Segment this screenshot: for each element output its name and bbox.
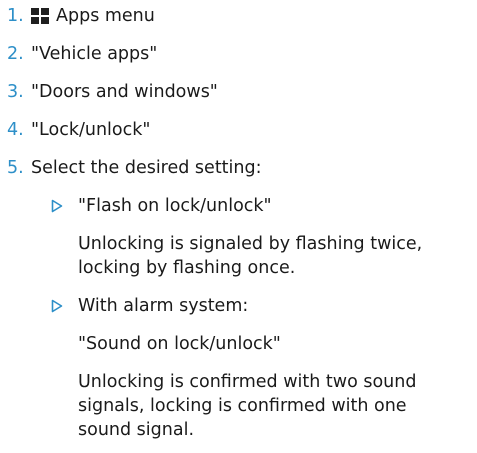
step-text: Apps menu — [56, 6, 155, 26]
option-title: With alarm system: — [78, 296, 249, 316]
option-title: "Flash on lock/unlock" — [78, 196, 272, 216]
step-number: 4. — [7, 120, 24, 140]
option-description: Unlocking is confirmed with two sound — [78, 372, 417, 392]
option-description: locking by flashing once. — [78, 258, 296, 278]
step-text: Select the desired setting: — [31, 158, 262, 178]
step-number: 5. — [7, 158, 24, 178]
triangle-right-icon — [51, 299, 63, 313]
step-text: "Lock/unlock" — [31, 120, 151, 140]
step-number: 2. — [7, 44, 24, 64]
triangle-right-icon — [51, 199, 63, 213]
step-text: "Vehicle apps" — [31, 44, 158, 64]
instructions-document: 1. Apps menu 2. "Vehicle apps" 3. "Doors… — [0, 0, 477, 453]
step-number: 1. — [7, 6, 24, 26]
option-setting: "Sound on lock/unlock" — [78, 334, 281, 354]
step-text: "Doors and windows" — [31, 82, 218, 102]
step-number: 3. — [7, 82, 24, 102]
option-description: Unlocking is signaled by flashing twice, — [78, 234, 423, 254]
option-description: sound signal. — [78, 420, 195, 440]
option-description: signals, locking is confirmed with one — [78, 396, 407, 416]
apps-grid-icon — [31, 7, 49, 25]
